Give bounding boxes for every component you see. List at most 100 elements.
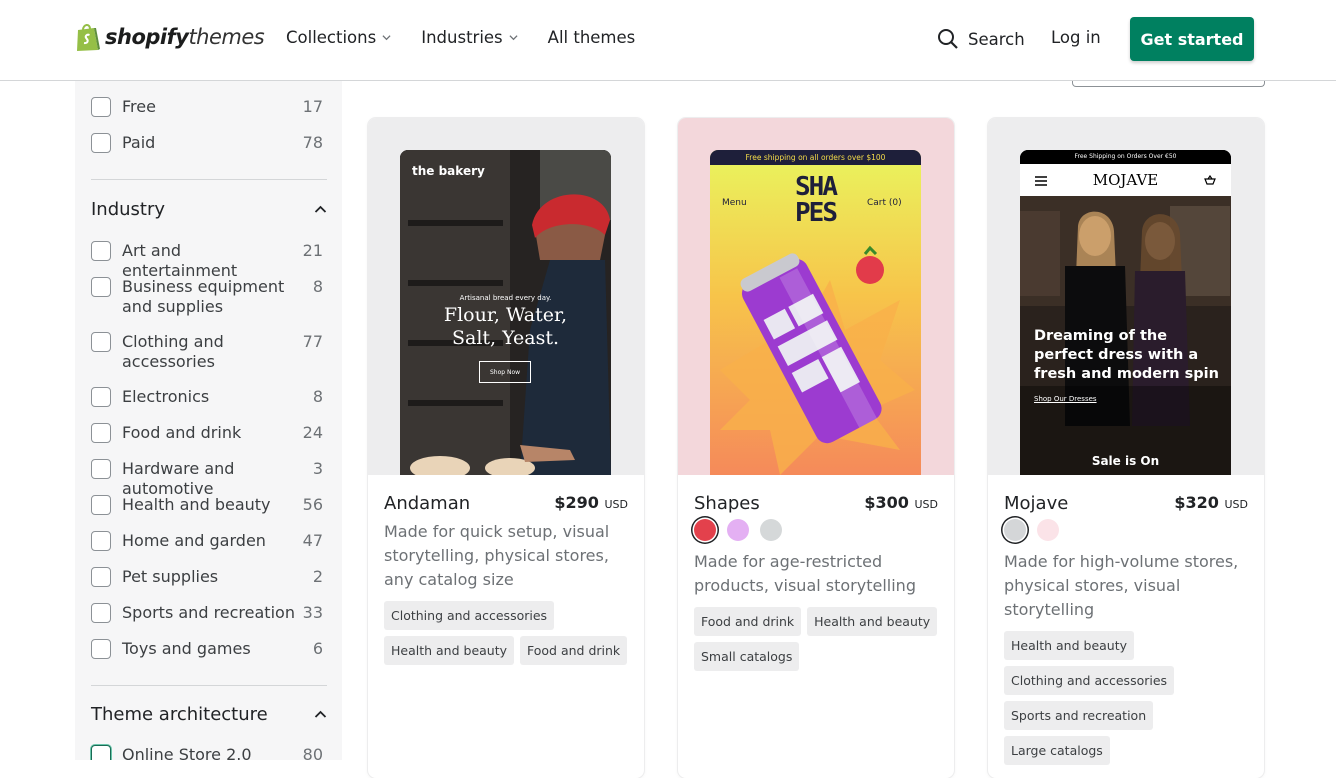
- checkbox[interactable]: [91, 567, 111, 587]
- filter-count: 77: [302, 332, 323, 351]
- tag: Food and drink: [520, 636, 628, 665]
- architecture-heading: Theme architecture: [91, 704, 268, 725]
- tag: Food and drink: [694, 607, 802, 636]
- checkbox[interactable]: [91, 387, 111, 407]
- theme-card-andaman[interactable]: the bakery Artisanal bread every day. Fl…: [368, 118, 644, 778]
- swatch-pink[interactable]: [1037, 519, 1059, 541]
- theme-card-shapes[interactable]: Free shipping on all orders over $100 Me…: [678, 118, 954, 778]
- divider: [91, 685, 327, 686]
- checkbox[interactable]: [91, 639, 111, 659]
- swatch-gray[interactable]: [1004, 519, 1026, 541]
- get-started-button[interactable]: Get started: [1130, 17, 1254, 61]
- tag: Health and beauty: [1004, 631, 1135, 660]
- swatch-red[interactable]: [694, 519, 716, 541]
- filter-industry-item[interactable]: Hardware and automotive 3: [91, 459, 323, 499]
- checkbox[interactable]: [91, 277, 111, 297]
- filter-architecture-item[interactable]: Online Store 2.0 80: [91, 745, 323, 760]
- industry-heading: Industry: [91, 199, 166, 220]
- color-swatches: [694, 519, 782, 541]
- theme-card-mojave[interactable]: Free Shipping on Orders Over €50 MOJAVE …: [988, 118, 1264, 778]
- filter-count: 6: [312, 639, 323, 658]
- search-label: Search: [968, 29, 1025, 49]
- filter-industry-item[interactable]: Business equipment and supplies 8: [91, 277, 323, 317]
- filter-free[interactable]: Free 17: [91, 97, 323, 117]
- theme-preview[interactable]: Free shipping on all orders over $100 Me…: [678, 118, 954, 475]
- theme-description: Made for age-restricted products, visual…: [694, 552, 916, 595]
- login-link[interactable]: Log in: [1051, 28, 1101, 47]
- filter-count: 24: [302, 423, 323, 442]
- search-icon: [938, 29, 958, 49]
- theme-name[interactable]: Shapes: [694, 493, 760, 514]
- checkbox[interactable]: [91, 133, 111, 153]
- nav-all-themes[interactable]: All themes: [548, 28, 636, 47]
- checkbox[interactable]: [91, 241, 111, 261]
- chevron-up-icon: [314, 205, 327, 213]
- tag: Health and beauty: [807, 607, 938, 636]
- search-button[interactable]: Search: [937, 28, 1025, 50]
- filter-count: 8: [312, 277, 323, 296]
- filter-label: Clothing and accessories: [122, 332, 224, 371]
- theme-description: Made for high-volume stores, physical st…: [1004, 552, 1239, 619]
- nav-industries[interactable]: Industries: [421, 28, 518, 47]
- preview-brand: the bakery: [412, 164, 485, 178]
- preview-headline: Flour, Water, Salt, Yeast.: [400, 304, 611, 350]
- price-amount: $320: [1174, 493, 1219, 512]
- architecture-group-toggle[interactable]: Theme architecture: [91, 704, 327, 725]
- filter-label: Health and beauty: [122, 495, 271, 514]
- filter-industry-item[interactable]: Art and entertainment 21: [91, 241, 323, 281]
- checkbox[interactable]: [91, 603, 111, 623]
- preview-headline: Dreaming of the perfect dress with a fre…: [1034, 328, 1219, 382]
- color-swatches: [1004, 519, 1059, 541]
- preview-headline-line2: Salt, Yeast.: [451, 327, 560, 349]
- checkbox[interactable]: [91, 531, 111, 551]
- preview-kicker: Artisanal bread every day.: [459, 294, 552, 302]
- checkbox[interactable]: [91, 332, 111, 352]
- filter-industry-item[interactable]: Food and drink 24: [91, 423, 323, 443]
- preview-sale: Sale is On: [1091, 454, 1160, 468]
- chevron-down-icon: [509, 35, 518, 41]
- swatch-lilac[interactable]: [727, 519, 749, 541]
- site-header: shopifythemes Collections Industries All…: [0, 0, 1336, 81]
- swatch-gray[interactable]: [760, 519, 782, 541]
- theme-price: $320 USD: [1174, 493, 1248, 512]
- theme-preview[interactable]: Free Shipping on Orders Over €50 MOJAVE …: [988, 118, 1264, 475]
- preview-shop-button: Shop Now: [479, 361, 531, 383]
- theme-price: $290 USD: [554, 493, 628, 512]
- shopify-themes-logo[interactable]: shopifythemes: [74, 22, 265, 52]
- preview-logo: MOJAVE: [1092, 171, 1159, 189]
- filter-industry-item[interactable]: Electronics 8: [91, 387, 323, 407]
- industry-group-toggle[interactable]: Industry: [91, 199, 327, 220]
- nav-all-themes-label: All themes: [547, 28, 636, 47]
- can-preview-image: [720, 245, 915, 475]
- filter-label: Business equipment and supplies: [122, 277, 285, 316]
- filter-industry-item[interactable]: Home and garden 47: [91, 531, 323, 551]
- logo-text-bold: shopify: [105, 25, 189, 49]
- filter-count: 80: [302, 745, 323, 760]
- filter-industry-item[interactable]: Health and beauty 56: [91, 495, 323, 515]
- filter-count: 3: [312, 459, 323, 478]
- preview-link: Shop Our Dresses: [1034, 395, 1097, 403]
- filter-industry-item[interactable]: Toys and games 6: [91, 639, 323, 659]
- filter-label: Sports and recreation: [122, 603, 295, 622]
- theme-name[interactable]: Mojave: [1004, 493, 1068, 514]
- preview-banner: Free Shipping on Orders Over €50: [1020, 150, 1231, 164]
- theme-preview[interactable]: the bakery Artisanal bread every day. Fl…: [368, 118, 644, 475]
- theme-name[interactable]: Andaman: [384, 493, 470, 514]
- checkbox[interactable]: [91, 459, 111, 479]
- filter-industry-item[interactable]: Clothing and accessories 77: [91, 332, 323, 372]
- nav-collections[interactable]: Collections: [286, 28, 391, 47]
- filter-label: Free: [122, 97, 156, 116]
- filter-label: Online Store 2.0: [122, 745, 252, 760]
- filter-count: 47: [302, 531, 323, 550]
- filter-count: 2: [312, 567, 323, 586]
- filter-label: Pet supplies: [122, 567, 219, 586]
- filter-paid[interactable]: Paid 78: [91, 133, 323, 153]
- checkbox[interactable]: [91, 745, 111, 760]
- checkbox[interactable]: [91, 495, 111, 515]
- checkbox[interactable]: [91, 97, 111, 117]
- filter-industry-item[interactable]: Sports and recreation 33: [91, 603, 323, 623]
- filter-count: 21: [302, 241, 323, 260]
- checkbox[interactable]: [91, 423, 111, 443]
- filter-industry-item[interactable]: Pet supplies 2: [91, 567, 323, 587]
- preview-screen: Free Shipping on Orders Over €50 MOJAVE …: [1020, 150, 1231, 475]
